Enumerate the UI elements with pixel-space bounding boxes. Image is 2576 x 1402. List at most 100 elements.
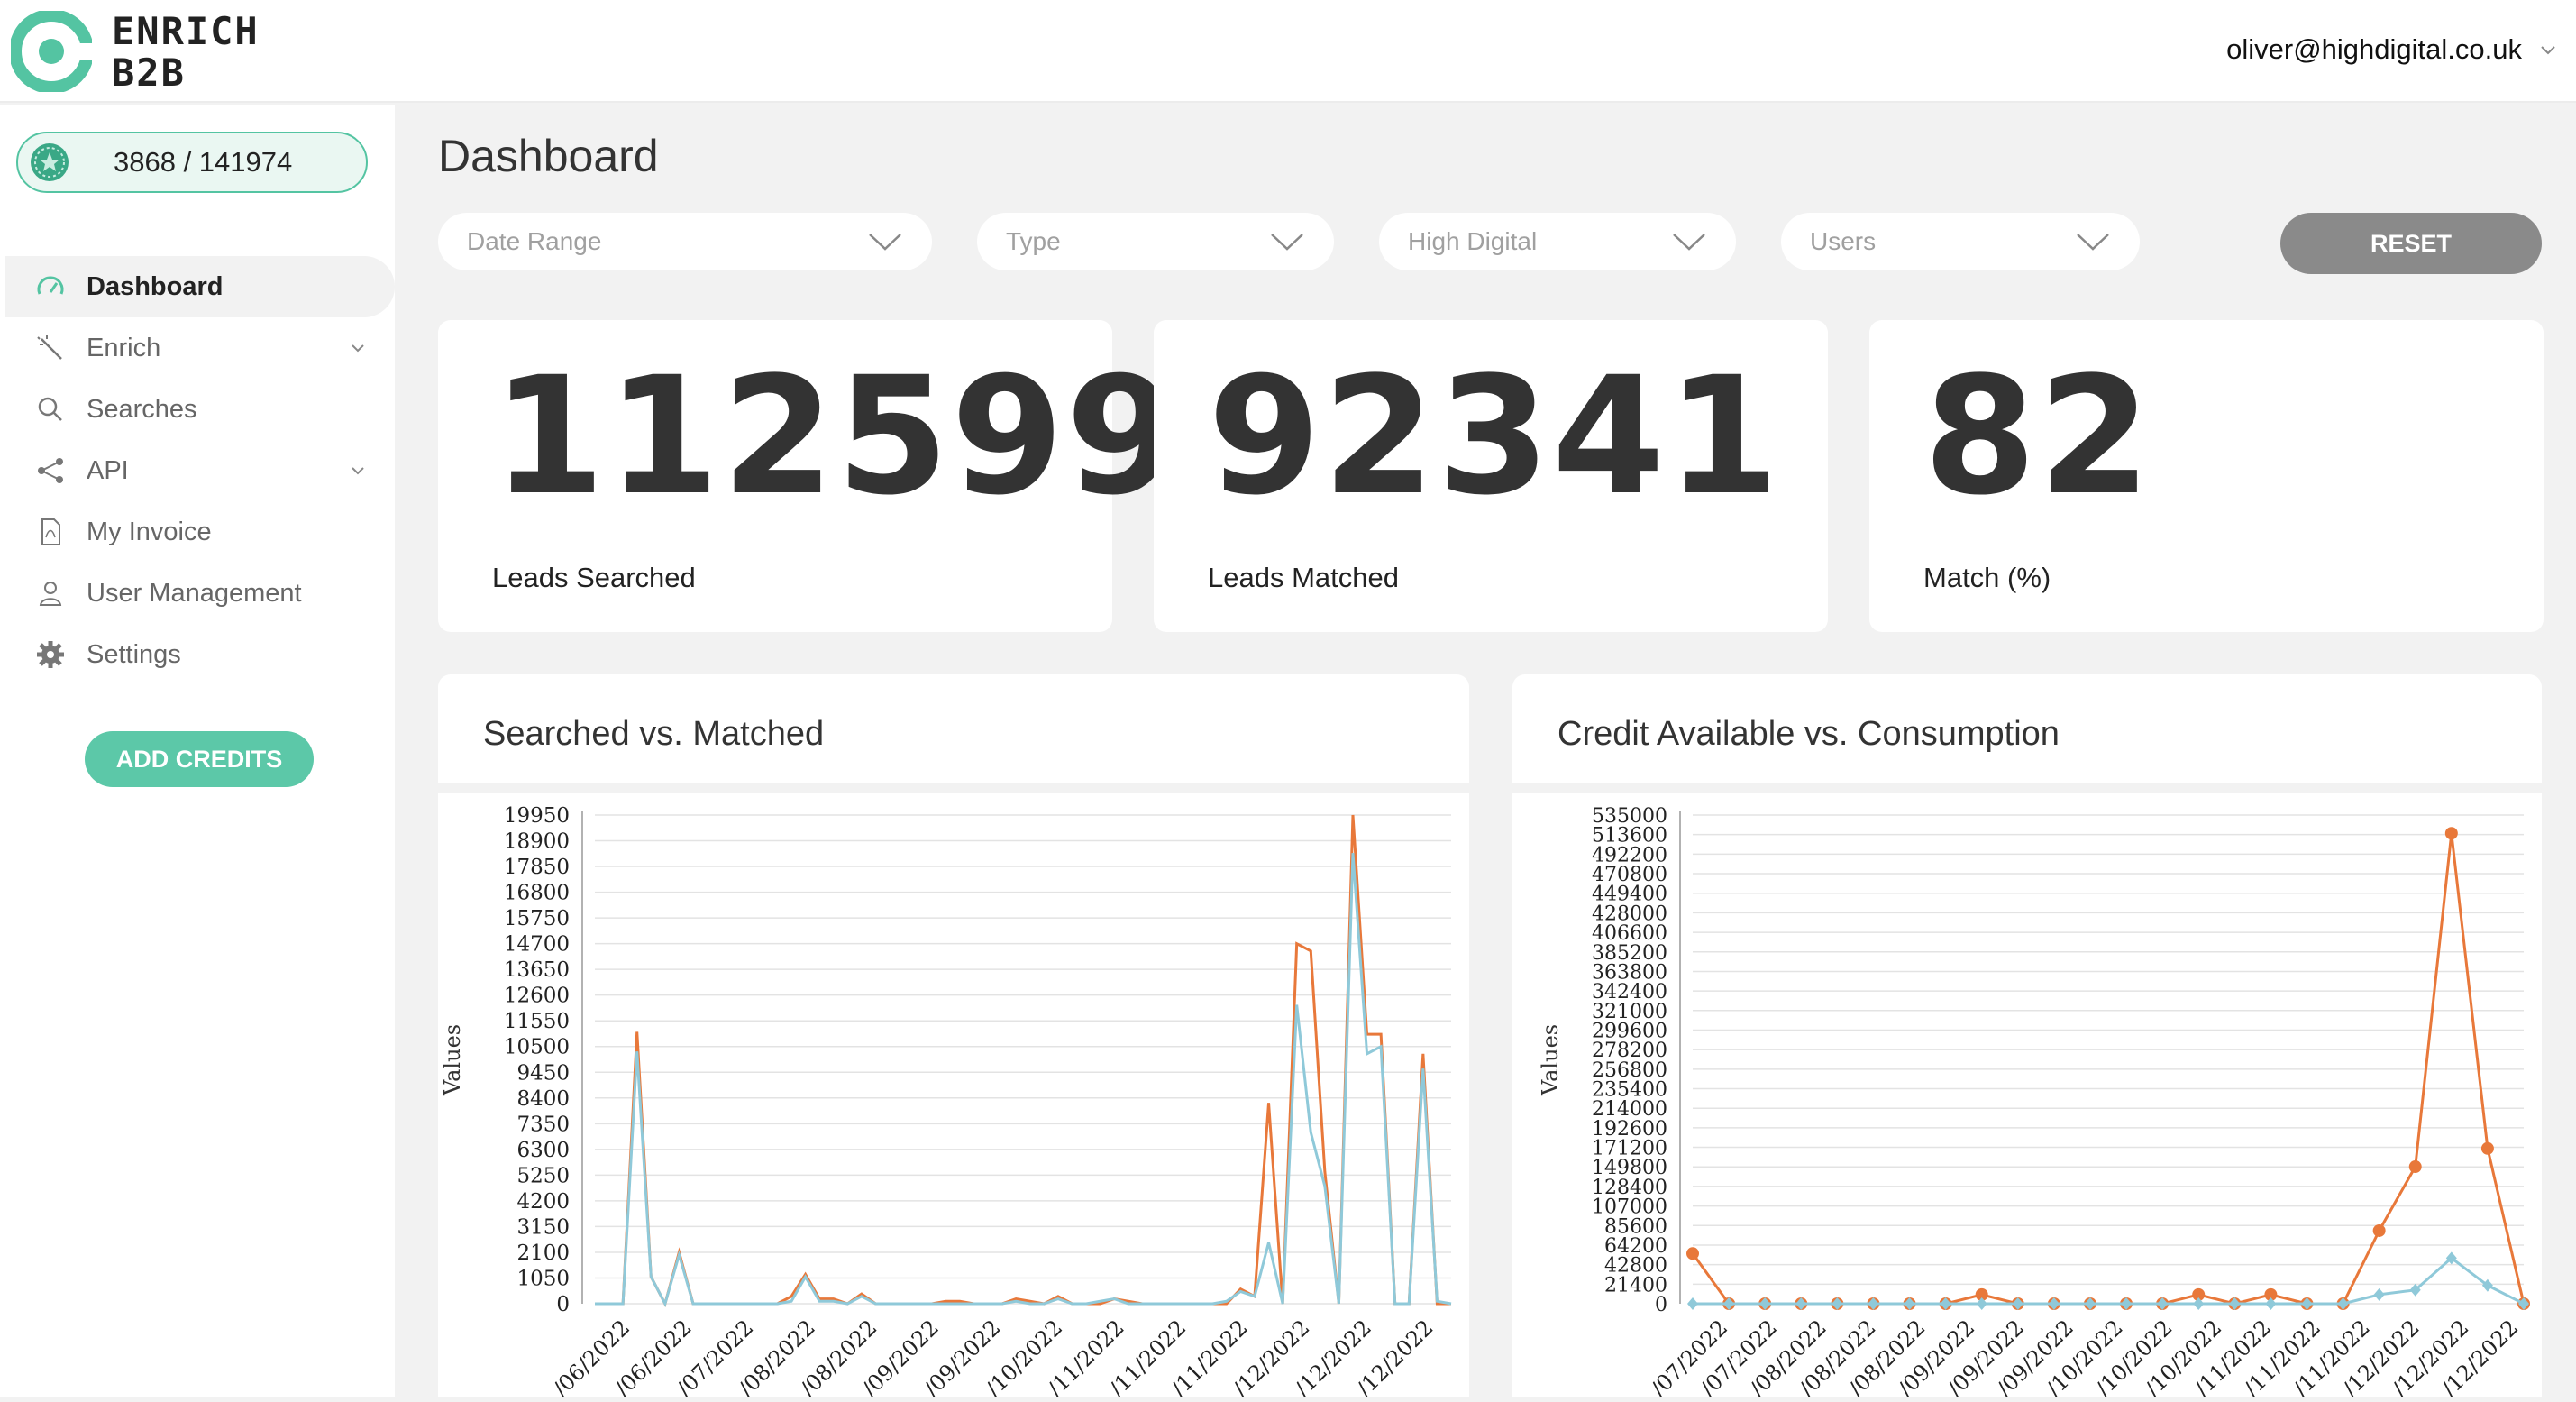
- brand-logo[interactable]: ENRICH B2B: [11, 7, 308, 97]
- y-tick-label: 2100: [516, 1242, 570, 1265]
- search-icon: [38, 397, 62, 421]
- credit-vs-consumption-chart: 5350005136004922004708004494004280004066…: [1538, 805, 2530, 1401]
- share-icon: [38, 458, 63, 483]
- data-point: [1686, 1247, 1699, 1260]
- magic-wand-icon: [37, 335, 62, 360]
- chevron-down-icon: [2077, 234, 2109, 251]
- y-axis-label: Values: [1538, 1024, 1563, 1096]
- y-tick-label: 3150: [516, 1215, 570, 1239]
- stat-label: Match (%): [1923, 562, 2051, 593]
- chevron-down-icon: [1673, 234, 1705, 251]
- stat-label: Leads Searched: [492, 562, 696, 593]
- y-tick-label: 4200: [516, 1190, 570, 1214]
- data-point: [1687, 1297, 1698, 1310]
- user-icon: [39, 582, 62, 606]
- searched-vs-matched-chart: 199501890017850 1680015750 1470013650 12600…: [440, 804, 1452, 1401]
- y-tick-label: 0: [1655, 1294, 1667, 1316]
- chevron-down-icon: [352, 344, 364, 353]
- y-axis-label: Values: [440, 1024, 465, 1096]
- logo-text: ENRICH B2B: [112, 11, 260, 94]
- y-tick-label: 16800: [504, 882, 570, 905]
- stat-label: Leads Matched: [1208, 562, 1399, 593]
- stat-card-leads-searched: 112599 Leads Searched: [438, 320, 1178, 632]
- data-point: [2408, 1160, 2422, 1174]
- credits-text: 3868 / 141974: [114, 146, 293, 178]
- user-email: oliver@highdigital.co.uk: [2226, 33, 2522, 65]
- searched-vs-matched-header: Searched vs. Matched: [438, 674, 1469, 783]
- y-tick-label: 5250: [516, 1164, 570, 1187]
- sidebar-item-searches[interactable]: Searches: [0, 379, 395, 440]
- y-tick-label: 13650: [504, 958, 570, 982]
- gauge-icon: [37, 276, 64, 295]
- y-tick-label: 11550: [504, 1010, 570, 1033]
- sidebar-item-api[interactable]: API: [0, 440, 395, 501]
- filter-placeholder: Users: [1810, 227, 1877, 255]
- sidebar-item-my-invoice[interactable]: My Invoice: [0, 501, 395, 563]
- chevron-down-icon: [1271, 234, 1303, 251]
- y-tick-label: 14700: [504, 933, 570, 957]
- sidebar-item-label: Enrich: [87, 333, 161, 362]
- chevron-down-icon: [2541, 46, 2555, 55]
- credit-vs-consumption-chart-area: 535000 513600 492200 470800 449400 428000 4066…: [1512, 793, 2542, 1401]
- sidebar-item-label: API: [87, 455, 129, 485]
- sidebar-item-settings[interactable]: Settings: [0, 624, 395, 685]
- pdf-file-icon: [41, 518, 60, 545]
- series-line: [595, 814, 1451, 1308]
- chevron-down-icon: [352, 467, 364, 475]
- series-line: [595, 853, 1452, 1308]
- stat-card-leads-matched: 92341 Leads Matched: [1154, 320, 1828, 632]
- y-tick-label: 6300: [516, 1139, 570, 1162]
- y-tick-label: 1050: [516, 1267, 570, 1290]
- chevron-down-icon: [869, 234, 901, 251]
- filter-placeholder: Type: [1006, 227, 1061, 255]
- stat-value: 112599: [492, 343, 1181, 531]
- filter-placeholder: Date Range: [467, 227, 602, 255]
- stat-value: 92341: [1208, 343, 1782, 531]
- logo-mark-icon: [11, 11, 92, 92]
- y-tick-label: 15750: [504, 907, 570, 930]
- y-tick-label: 17850: [504, 856, 570, 879]
- users-select[interactable]: Users: [1781, 213, 2140, 270]
- sidebar-item-label: My Invoice: [87, 517, 212, 546]
- credits-coin-icon: [31, 143, 69, 181]
- chart-title: Credit Available vs. Consumption: [1557, 715, 2060, 753]
- sidebar-item-enrich[interactable]: Enrich: [0, 317, 395, 379]
- reset-button[interactable]: RESET: [2280, 213, 2542, 274]
- y-tick-label: 12600: [504, 985, 570, 1008]
- y-tick-label: 0: [556, 1293, 570, 1316]
- sidebar-item-label: User Management: [87, 578, 302, 608]
- sidebar-item-label: Settings: [87, 639, 181, 669]
- sidebar: 3868 / 141974 Dashboard Enrich Searches …: [0, 105, 395, 1397]
- y-tick-label: 7350: [516, 1113, 570, 1136]
- company-select[interactable]: High Digital: [1379, 213, 1736, 270]
- sidebar-item-dashboard[interactable]: Dashboard: [5, 256, 395, 317]
- sidebar-nav: Dashboard Enrich Searches API My Invoice…: [0, 256, 395, 685]
- gear-icon: [37, 641, 64, 668]
- y-tick-label: 8400: [516, 1087, 570, 1111]
- add-credits-button[interactable]: ADD CREDITS: [85, 731, 314, 787]
- filter-placeholder: High Digital: [1408, 227, 1538, 255]
- credit-vs-consumption-header: Credit Available vs. Consumption: [1512, 674, 2542, 783]
- chart-title: Searched vs. Matched: [483, 715, 825, 753]
- data-point: [2480, 1141, 2494, 1155]
- logo-line-1: ENRICH: [112, 9, 260, 53]
- searched-vs-matched-chart-area: 19950 18900 17850 16800 15750 14700 13650 12600…: [438, 793, 1469, 1401]
- stat-card-match-percent: 82 Match (%): [1869, 320, 2544, 632]
- sidebar-item-label: Searches: [87, 394, 197, 424]
- sidebar-item-user-management[interactable]: User Management: [0, 563, 395, 624]
- y-tick-label: 10500: [504, 1036, 570, 1059]
- data-point: [2372, 1223, 2386, 1237]
- top-bar: ENRICH B2B oliver@highdigital.co.uk: [0, 0, 2576, 103]
- stat-value: 82: [1923, 343, 2153, 531]
- user-menu[interactable]: oliver@highdigital.co.uk: [2226, 27, 2558, 72]
- logo-line-2: B2B: [112, 50, 186, 95]
- type-select[interactable]: Type: [977, 213, 1334, 270]
- y-tick-label: 19950: [504, 804, 570, 828]
- credits-balance: 3868 / 141974: [16, 132, 368, 193]
- page-title: Dashboard: [438, 131, 659, 181]
- y-tick-label: 18900: [504, 830, 570, 854]
- data-point: [2373, 1287, 2385, 1301]
- y-tick-label: 9450: [516, 1061, 570, 1085]
- date-range-select[interactable]: Date Range: [438, 213, 932, 270]
- sidebar-item-label: Dashboard: [87, 271, 224, 301]
